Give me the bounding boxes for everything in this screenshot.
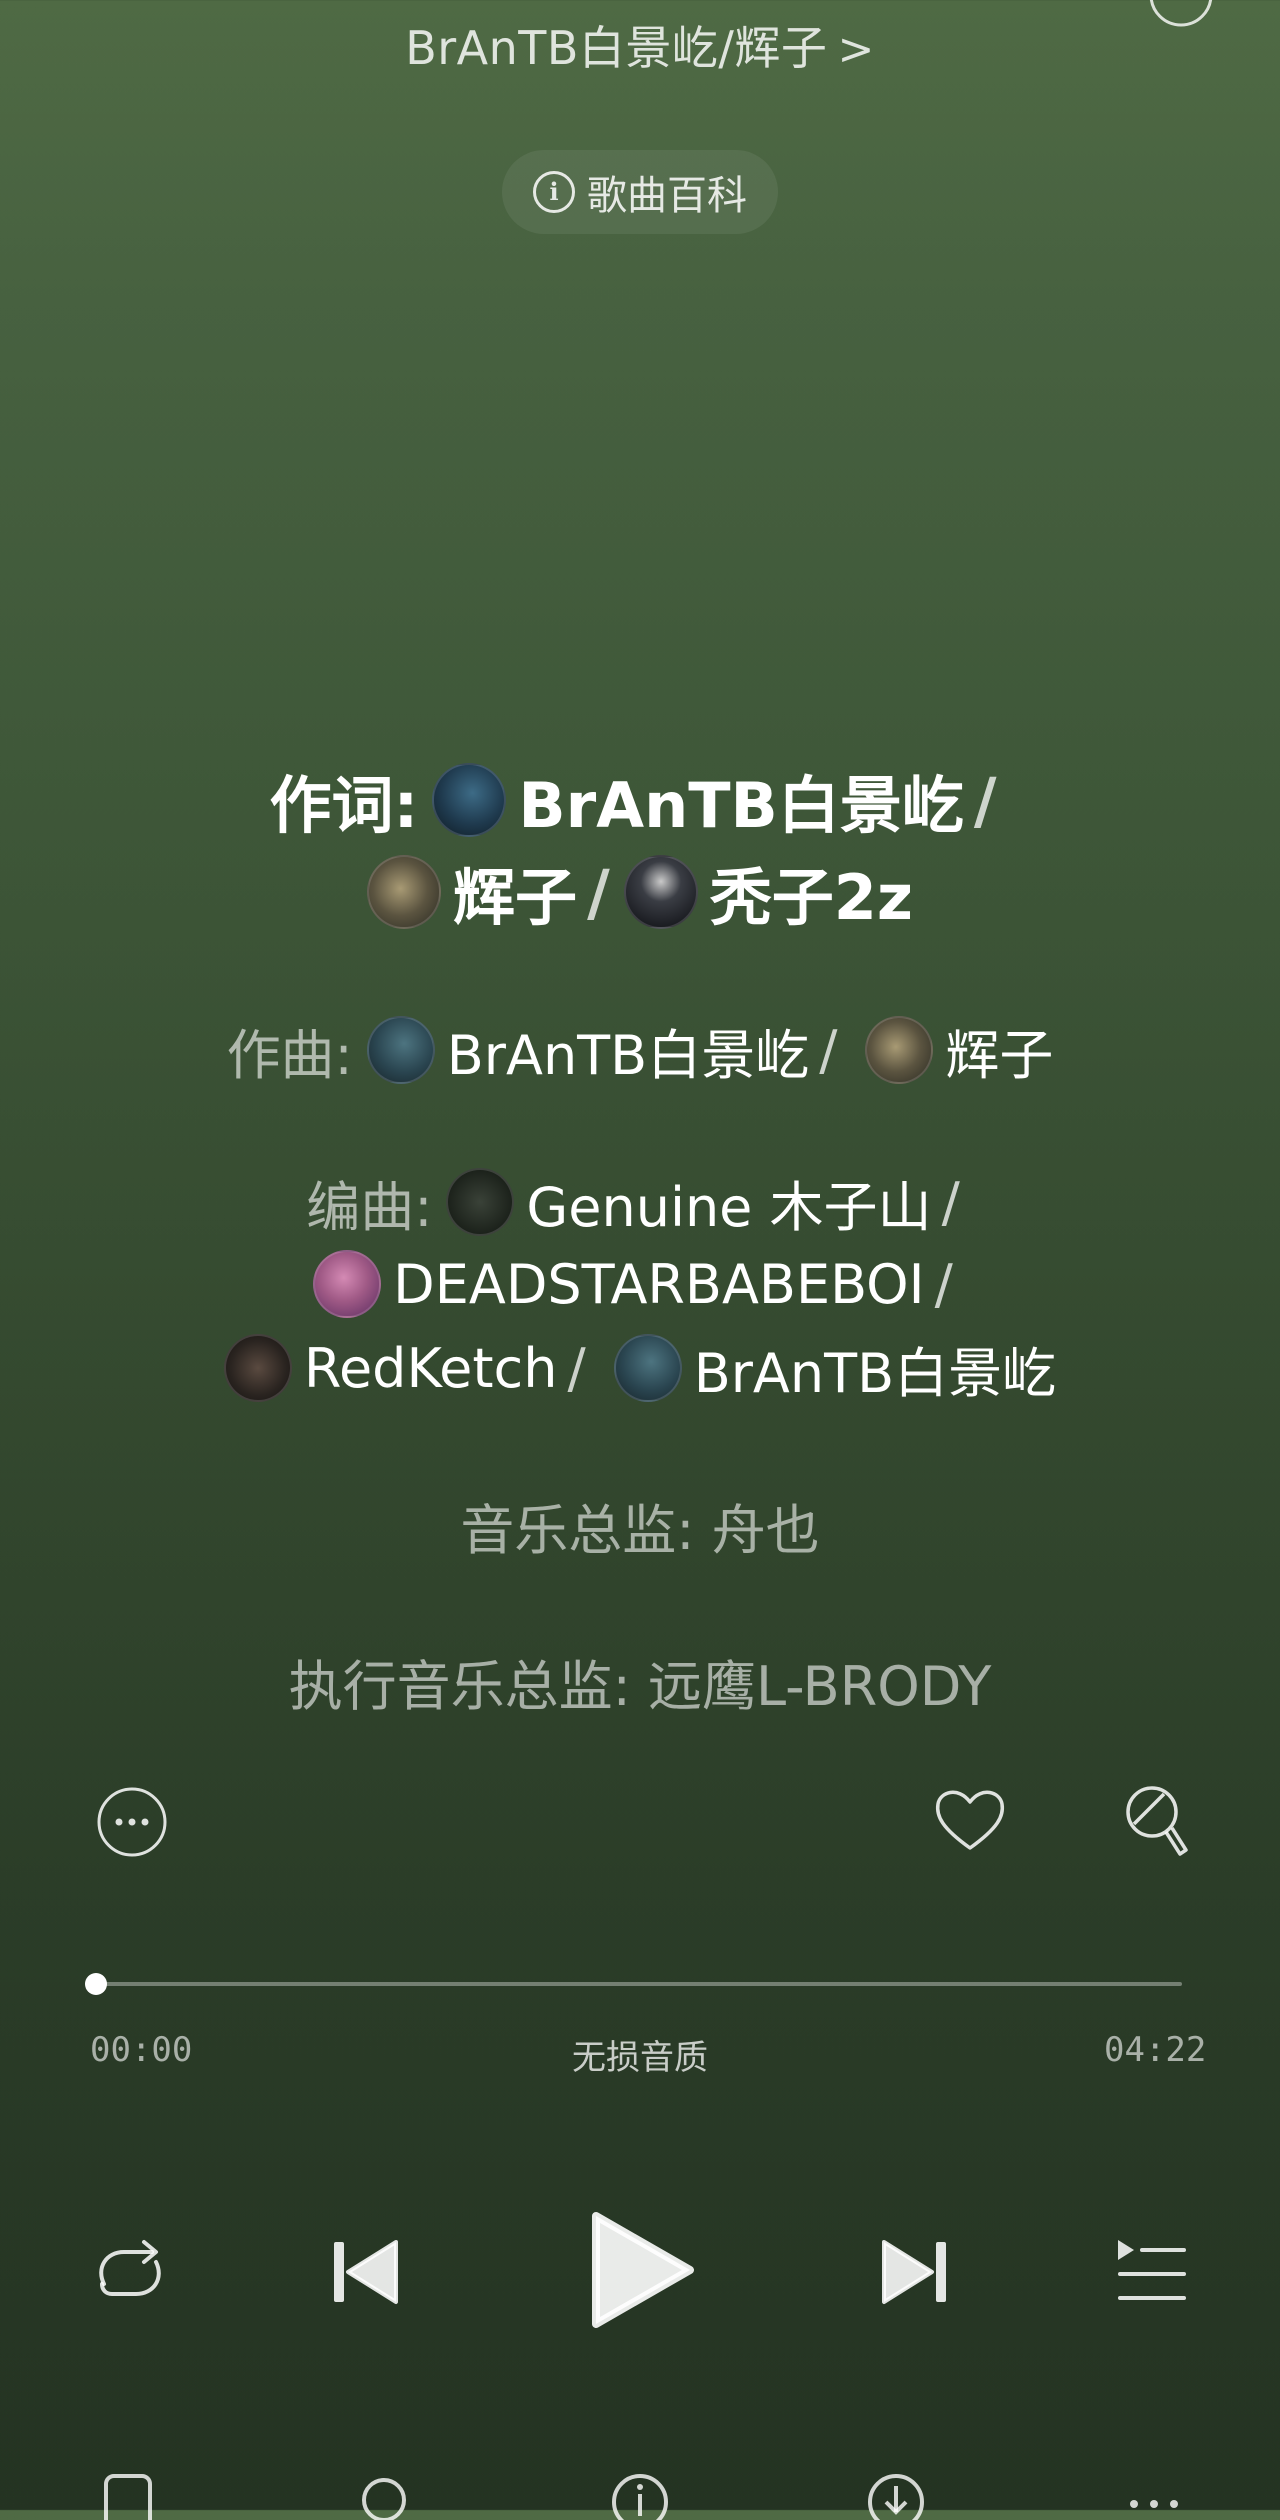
lyricist-avatar-1[interactable]	[432, 763, 507, 837]
arranger-name-3[interactable]: RedKetch	[304, 1337, 558, 1400]
separator: /	[934, 1252, 953, 1316]
heart-icon[interactable]	[84, 0, 114, 12]
lyricist-name-3[interactable]: 秃子2z	[710, 847, 913, 937]
download-icon[interactable]	[864, 2470, 928, 2520]
song-wiki-label: 歌曲百科	[587, 173, 747, 219]
separator: /	[567, 1336, 586, 1400]
music-director: 音乐总监: 舟也	[460, 1499, 820, 1562]
playlist-icon[interactable]	[1112, 2234, 1192, 2310]
arranger-avatar-1[interactable]	[446, 1168, 515, 1236]
composer-name-1[interactable]: BrAnTB白景屹	[447, 1011, 809, 1090]
lyricist-name-2[interactable]: 辉子	[453, 847, 577, 937]
arranger-label: 编曲:	[306, 1175, 433, 1239]
progress-handle[interactable]	[85, 1973, 107, 1995]
phone-icon[interactable]	[100, 2470, 156, 2520]
lyricist-avatar-3[interactable]	[623, 855, 698, 929]
heart-icon[interactable]	[932, 1782, 1008, 1858]
executive-music-director: 执行音乐总监: 远鹰L-BRODY	[288, 1655, 992, 1718]
arranger-line-1: 编曲: Genuine 木子山 /	[0, 1168, 1280, 1239]
arranger-line-3: RedKetch / BrAnTB白景屹	[0, 1334, 1280, 1405]
progress-bar[interactable]	[96, 1982, 1182, 1986]
next-icon[interactable]	[878, 2232, 954, 2312]
artist-link[interactable]: BrAnTB白景屹/辉子 >	[0, 12, 1280, 78]
play-icon[interactable]	[586, 2208, 698, 2332]
search-icon[interactable]	[356, 2472, 412, 2520]
info-icon: i	[533, 171, 575, 213]
microphone-icon[interactable]	[1120, 1782, 1196, 1866]
arranger-avatar-4[interactable]	[613, 1334, 682, 1402]
previous-icon[interactable]	[326, 2232, 402, 2312]
separator: /	[973, 763, 997, 837]
more-circle-icon[interactable]	[96, 1786, 168, 1858]
composer-label: 作曲:	[226, 1023, 353, 1087]
audio-quality[interactable]: 无损音质	[0, 2030, 1280, 2079]
arranger-name-2[interactable]: DEADSTARBABEBOI	[393, 1253, 924, 1316]
arranger-line-2: DEADSTARBABEBOI /	[0, 1250, 1280, 1318]
composer-name-2[interactable]: 辉子	[945, 1011, 1053, 1090]
lyricist-label: 作词:	[269, 769, 419, 842]
chevron-right-icon: >	[837, 24, 875, 75]
composer-avatar-1[interactable]	[366, 1016, 435, 1084]
more-icon[interactable]	[1124, 2484, 1184, 2510]
info-icon[interactable]	[608, 2470, 672, 2520]
separator: /	[941, 1170, 960, 1234]
total-time: 04:22	[1104, 2030, 1207, 2070]
separator: /	[587, 855, 610, 929]
artist-names: BrAnTB白景屹/辉子	[405, 21, 828, 75]
lyricist-name-1[interactable]: BrAnTB白景屹	[518, 755, 964, 845]
repeat-icon[interactable]	[88, 2230, 172, 2314]
arranger-name-4[interactable]: BrAnTB白景屹	[694, 1329, 1056, 1408]
composer-avatar-2[interactable]	[865, 1016, 934, 1084]
separator: /	[819, 1018, 838, 1082]
lyricist-line-1: 作词: BrAnTB白景屹 /	[0, 762, 1280, 842]
arranger-name-1[interactable]: Genuine 木子山	[526, 1163, 931, 1242]
arranger-avatar-2[interactable]	[313, 1250, 382, 1318]
arranger-avatar-3[interactable]	[223, 1334, 292, 1402]
lyricist-avatar-2[interactable]	[367, 855, 442, 929]
song-wiki-button[interactable]: i 歌曲百科	[502, 150, 778, 234]
lyricist-line-2: 辉子 / 秃子2z	[0, 854, 1280, 934]
composer-line: 作曲: BrAnTB白景屹 / 辉子	[0, 1016, 1280, 1087]
